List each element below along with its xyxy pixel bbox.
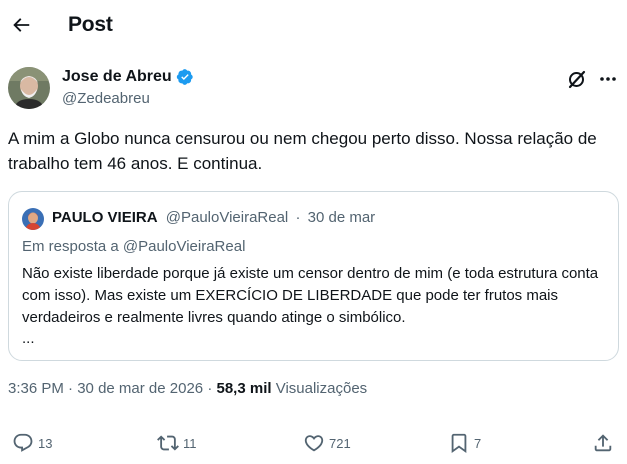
quoted-tweet[interactable]: PAULO VIEIRA @PauloVieiraReal · 30 de ma… (8, 191, 619, 361)
reply-icon (13, 433, 33, 452)
more-options-button[interactable] (596, 68, 620, 90)
tweet-text: A mim a Globo nunca censurou ou nem cheg… (8, 129, 597, 173)
quote-author-name: PAULO VIEIRA (52, 209, 158, 226)
quote-text: Não existe liberdade porque já existe um… (22, 265, 599, 326)
quote-avatar (22, 208, 44, 230)
grok-icon (568, 70, 586, 89)
views-label: Visualizações (275, 380, 368, 397)
verified-badge-icon (176, 68, 194, 86)
reply-button[interactable]: 13 (12, 432, 52, 454)
quote-date: 30 de mar (307, 209, 376, 226)
repost-button[interactable]: 11 (157, 432, 197, 454)
action-bar: 13 11 721 7 (0, 426, 627, 462)
author-handle[interactable]: @Zedeabreu (62, 90, 150, 107)
meta-separator: · (68, 380, 74, 397)
bookmark-icon (451, 433, 467, 454)
bookmark-button[interactable]: 7 (448, 432, 481, 454)
views-count: 58,3 mil (216, 380, 272, 397)
quote-author-handle: @PauloVieiraReal (165, 209, 289, 226)
like-count: 721 (329, 435, 351, 451)
heart-icon (304, 435, 324, 452)
tweet-meta: 3:36 PM · 30 de mar de 2026 · 58,3 mil V… (8, 380, 367, 397)
page-title: Post (68, 13, 113, 36)
grok-button[interactable] (566, 68, 588, 90)
share-button[interactable] (592, 432, 614, 454)
author-name[interactable]: Jose de Abreu (62, 68, 194, 86)
meta-separator-2: · (207, 380, 213, 397)
repost-icon (157, 435, 179, 451)
quote-separator: · (295, 209, 301, 226)
bookmark-count: 7 (474, 435, 482, 451)
tweet-time[interactable]: 3:36 PM (8, 380, 64, 397)
header-bar: Post (0, 0, 627, 52)
tweet-date[interactable]: 30 de mar de 2026 (77, 380, 203, 397)
avatar[interactable] (8, 67, 50, 109)
quote-reply-prefix: Em resposta a (22, 238, 119, 255)
like-button[interactable]: 721 (303, 432, 351, 454)
share-icon (594, 434, 612, 452)
quote-reply-handle: @PauloVieiraReal (122, 238, 246, 255)
quote-header: PAULO VIEIRA @PauloVieiraReal · 30 de ma… (52, 209, 375, 226)
more-horizontal-icon (600, 77, 616, 81)
quote-ellipsis: ... (22, 330, 35, 347)
reply-count: 13 (38, 435, 53, 451)
repost-count: 11 (183, 435, 197, 451)
arrow-left-icon (13, 18, 30, 32)
quote-reply-context: Em resposta a @PauloVieiraReal (22, 238, 245, 255)
back-button[interactable] (4, 8, 38, 42)
